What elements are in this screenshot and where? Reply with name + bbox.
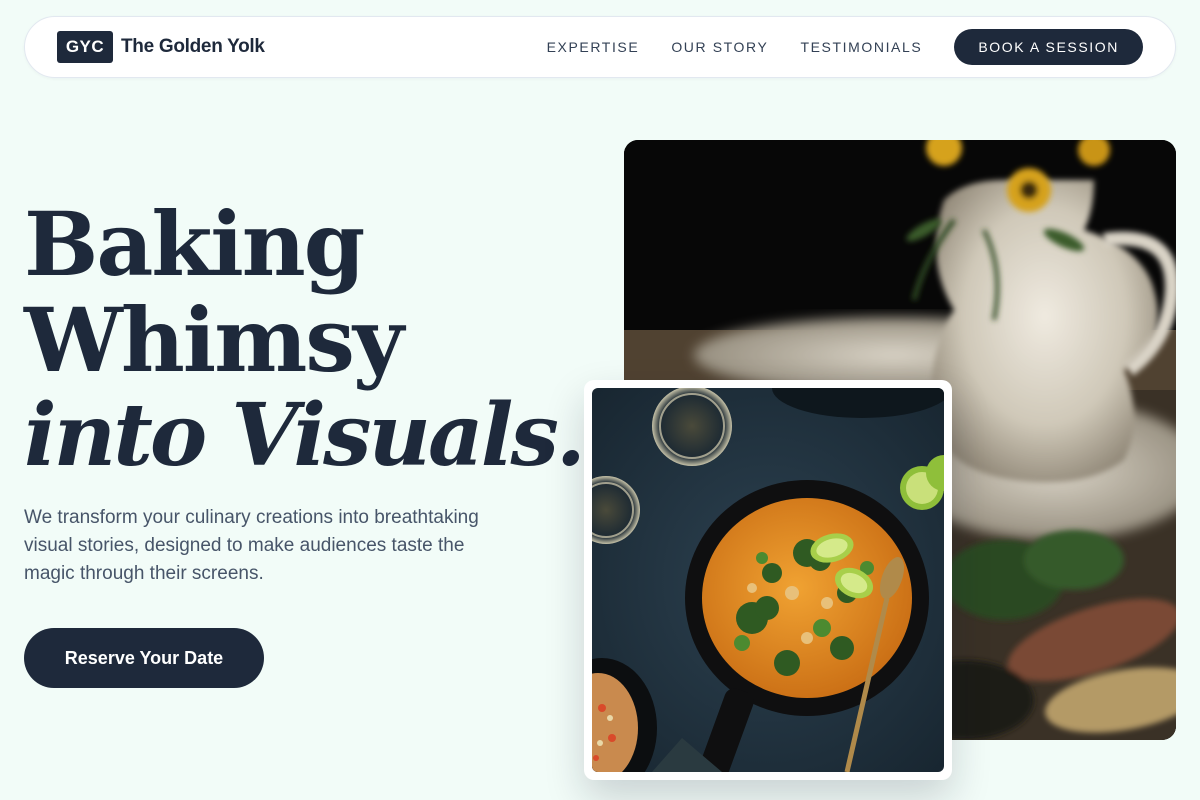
hero-headline: Baking Whimsy into Visuals. bbox=[24, 192, 586, 486]
nav-link-expertise[interactable]: EXPERTISE bbox=[547, 39, 640, 55]
brand[interactable]: GYC The Golden Yolk bbox=[57, 31, 265, 63]
brand-name: The Golden Yolk bbox=[121, 36, 265, 57]
top-nav: GYC The Golden Yolk EXPERTISE OUR STORY … bbox=[24, 16, 1176, 78]
book-session-button[interactable]: BOOK A SESSION bbox=[954, 29, 1143, 65]
logo-mark: GYC bbox=[57, 31, 113, 63]
reserve-date-button[interactable]: Reserve Your Date bbox=[24, 628, 264, 688]
headline-line-3: into Visuals. bbox=[24, 385, 586, 486]
curry-photo-frame bbox=[592, 388, 944, 772]
headline-line-2: Whimsy bbox=[24, 288, 404, 392]
nav-links: EXPERTISE OUR STORY TESTIMONIALS BOOK A … bbox=[547, 29, 1143, 65]
curry-illustration bbox=[592, 388, 944, 772]
hero-photo-curry bbox=[584, 380, 952, 780]
hero-description: We transform your culinary creations int… bbox=[24, 507, 479, 584]
nav-link-testimonials[interactable]: TESTIMONIALS bbox=[800, 39, 922, 55]
nav-link-our-story[interactable]: OUR STORY bbox=[671, 39, 768, 55]
headline-line-1: Baking bbox=[24, 192, 365, 296]
